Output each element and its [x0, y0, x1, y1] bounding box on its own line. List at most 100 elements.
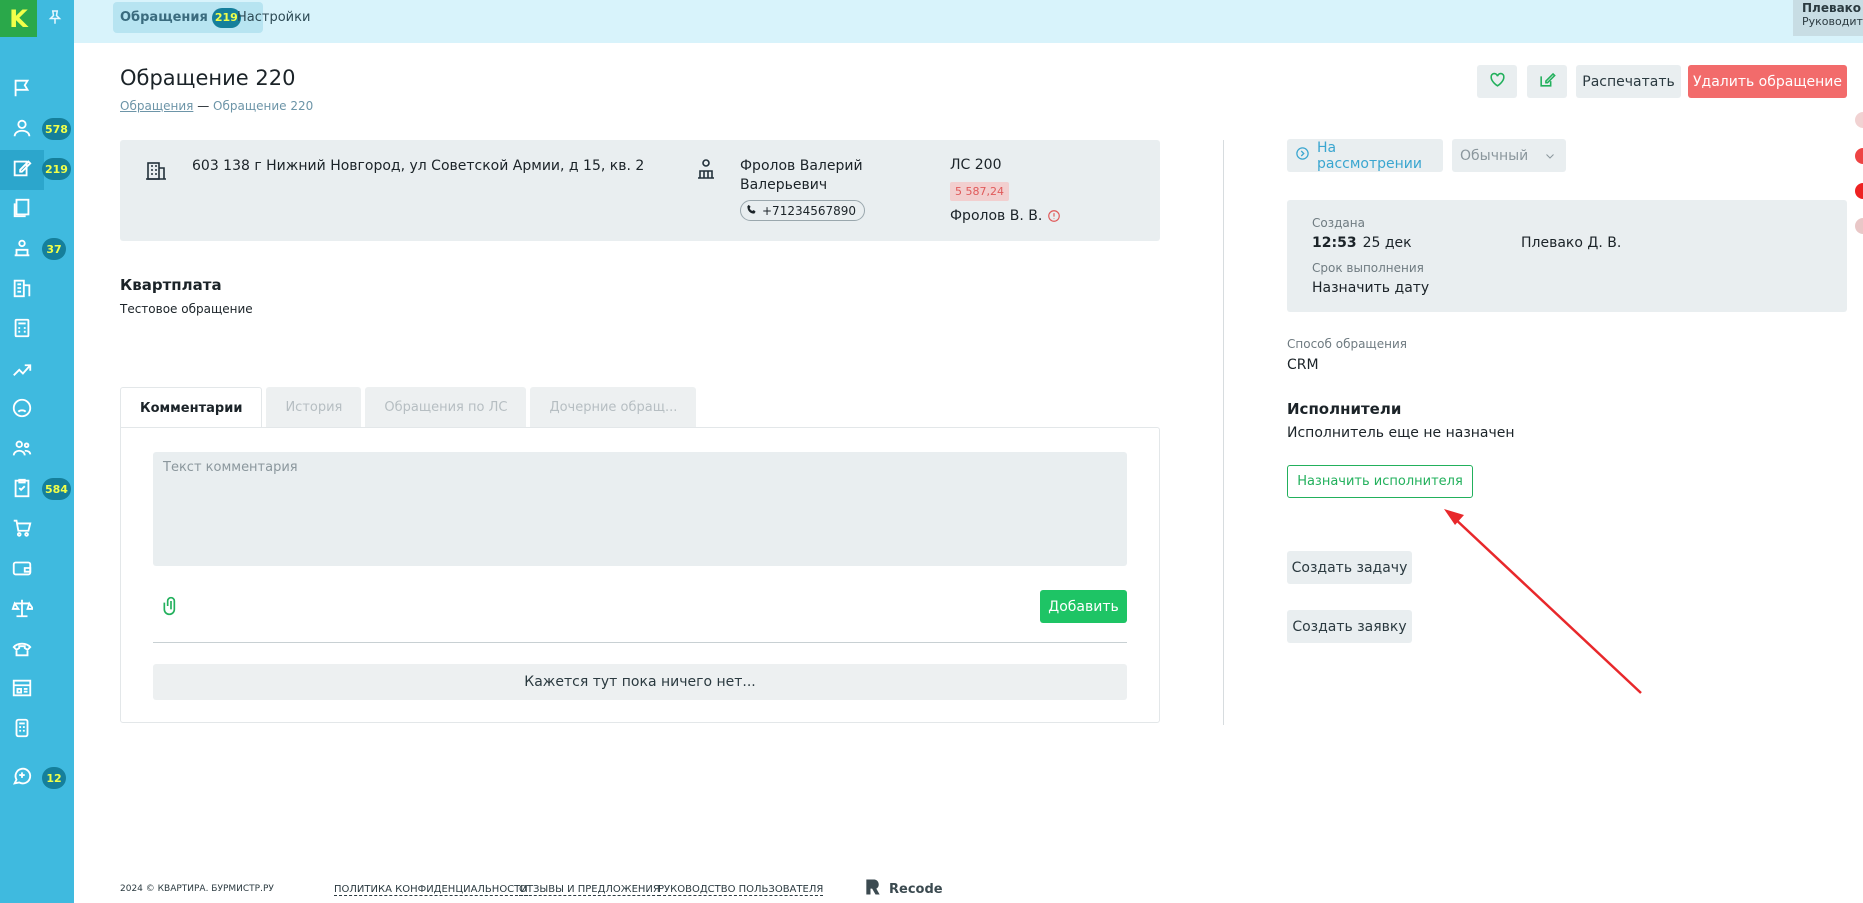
- tab-history[interactable]: История: [266, 387, 362, 428]
- chart-icon: [11, 357, 33, 383]
- recode-logo[interactable]: Recode: [863, 877, 943, 901]
- add-comment-button[interactable]: Добавить: [1040, 590, 1127, 623]
- documents-icon: [11, 197, 33, 223]
- created-label: Создана: [1312, 216, 1365, 230]
- sidebar-item-chat[interactable]: [0, 758, 44, 798]
- priority-label: Обычный: [1460, 147, 1529, 164]
- executors-empty: Исполнитель еще не назначен: [1287, 425, 1515, 441]
- dashboard-icon: [11, 677, 33, 703]
- sidebar-item-documents[interactable]: [0, 190, 44, 230]
- chat-badge: 12: [42, 767, 66, 789]
- attachment-icon[interactable]: [161, 594, 181, 618]
- requests-badge: 219: [42, 158, 71, 180]
- sidebar-item-payments[interactable]: [0, 550, 44, 590]
- assign-executor-button[interactable]: Назначить исполнителя: [1287, 465, 1473, 498]
- heart-icon: [1488, 70, 1507, 93]
- footer-guide-link[interactable]: РУКОВОДСТВО ПОЛЬЗОВАТЕЛЯ: [658, 884, 824, 896]
- play-circle-icon: [1295, 146, 1317, 165]
- method-value: CRM: [1287, 357, 1319, 373]
- sidebar-item-dashboard[interactable]: [0, 670, 44, 710]
- footer-copyright: 2024 © КВАРТИРА. БУРМИСТР.РУ: [120, 884, 274, 894]
- request-tabs: Комментарии История Обращения по ЛС Доче…: [120, 387, 700, 428]
- request-info-card: 603 138 г Нижний Новгород, ул Советской …: [120, 140, 1160, 241]
- tab-account-requests[interactable]: Обращения по ЛС: [365, 387, 527, 428]
- user-role: Руководитель, Клюковка: [1802, 15, 1863, 28]
- tasks-badge: 584: [42, 478, 71, 500]
- logo[interactable]: K: [0, 0, 37, 37]
- user-menu[interactable]: Плевако Д. В. Руководитель, Клюковка: [1793, 0, 1863, 36]
- warning-icon[interactable]: [1047, 209, 1061, 223]
- footer-privacy-link[interactable]: ПОЛИТИКА КОНФИДЕНЦИАЛЬНОСТИ: [334, 884, 528, 896]
- footer-feedback-link[interactable]: ОТЗЫВЫ И ПРЕДЛОЖЕНИЯ: [519, 884, 660, 896]
- print-button[interactable]: Распечатать: [1576, 65, 1681, 98]
- residents-badge: 578: [42, 118, 71, 140]
- sidebar-item-residents[interactable]: [0, 110, 44, 150]
- create-ticket-button[interactable]: Создать заявку: [1287, 610, 1412, 643]
- edge-indicator[interactable]: [1855, 218, 1863, 234]
- sidebar-item-calls[interactable]: [0, 630, 44, 670]
- mobile-icon: [11, 717, 33, 743]
- favorite-button[interactable]: [1477, 65, 1517, 98]
- edge-indicator[interactable]: [1855, 148, 1863, 164]
- sidebar-item-shop[interactable]: [0, 510, 44, 550]
- sidebar-item-tasks[interactable]: [0, 470, 44, 510]
- page-title: Обращение 220: [120, 66, 296, 90]
- sidebar-item-legal[interactable]: [0, 590, 44, 630]
- sidebar-item-buildings[interactable]: [0, 270, 44, 310]
- calculator-icon: [11, 317, 33, 343]
- edge-indicator[interactable]: [1855, 112, 1863, 128]
- tab-child-requests[interactable]: Дочерние обращ...: [530, 387, 697, 428]
- breadcrumb-separator: —: [197, 99, 210, 113]
- priority-select[interactable]: Обычный: [1452, 139, 1566, 172]
- method-label: Способ обращения: [1287, 337, 1407, 351]
- resident-name[interactable]: Фролов Валерий Валерьевич: [740, 157, 890, 195]
- edge-indicator[interactable]: [1855, 183, 1863, 199]
- edit-button[interactable]: [1527, 65, 1567, 98]
- debt-badge: 5 587,24: [950, 182, 1009, 201]
- cart-icon: [11, 517, 33, 543]
- sidebar-item-flag[interactable]: [0, 70, 44, 110]
- address: 603 138 г Нижний Новгород, ул Советской …: [192, 158, 645, 174]
- status-button[interactable]: На рассмотрении: [1287, 139, 1443, 172]
- sidebar-item-mobile[interactable]: [0, 710, 44, 750]
- set-deadline-link[interactable]: Назначить дату: [1312, 280, 1429, 296]
- pin-icon[interactable]: [46, 8, 64, 26]
- user-name: Плевако Д. В.: [1802, 1, 1863, 15]
- created-time: 12:53: [1312, 235, 1357, 251]
- sidebar-item-calculator[interactable]: [0, 310, 44, 350]
- request-category: Квартплата: [120, 276, 222, 294]
- recode-brand: Recode: [889, 881, 943, 897]
- request-meta-card: Создана 12:53 25 дек Плевако Д. В. Срок в…: [1287, 200, 1847, 312]
- phone-icon: [746, 204, 762, 218]
- logo-letter: K: [9, 4, 28, 33]
- edit-icon: [11, 157, 33, 183]
- edit-icon: [1538, 70, 1557, 93]
- tab-comments[interactable]: Комментарии: [120, 387, 263, 428]
- sidebar-item-complaints[interactable]: [0, 390, 44, 430]
- person-icon: [694, 157, 718, 181]
- breadcrumb-root-link[interactable]: Обращения: [120, 99, 193, 113]
- operators-badge: 37: [42, 238, 66, 260]
- sidebar-item-team[interactable]: [0, 430, 44, 470]
- sad-face-icon: [11, 397, 33, 423]
- wallet-icon: [11, 557, 33, 583]
- chat-plus-icon: [11, 765, 33, 791]
- executors-title: Исполнители: [1287, 400, 1402, 418]
- sidebar-item-analytics[interactable]: [0, 350, 44, 390]
- account-owner: Фролов В. В.: [950, 208, 1061, 224]
- tab-settings[interactable]: Настройки: [237, 2, 310, 33]
- comment-input[interactable]: [153, 452, 1127, 566]
- sidebar-item-operators[interactable]: [0, 230, 44, 270]
- breadcrumb-current: Обращение 220: [213, 99, 314, 113]
- created-date: 25 дек: [1362, 235, 1412, 251]
- phone-number: +71234567890: [762, 203, 857, 218]
- sidebar-item-requests[interactable]: [0, 150, 44, 190]
- request-description: Тестовое обращение: [120, 302, 253, 316]
- building-icon: [11, 277, 33, 303]
- delete-request-button[interactable]: Удалить обращение: [1688, 65, 1847, 98]
- account-number[interactable]: ЛС 200: [950, 157, 1001, 173]
- phone-chip[interactable]: +71234567890: [740, 200, 866, 221]
- top-bar: Обращения 219 Настройки Плевако Д. В. Ру…: [74, 0, 1863, 43]
- create-task-button[interactable]: Создать задачу: [1287, 551, 1412, 584]
- sidebar: K 578 219 37 584 12: [0, 0, 74, 903]
